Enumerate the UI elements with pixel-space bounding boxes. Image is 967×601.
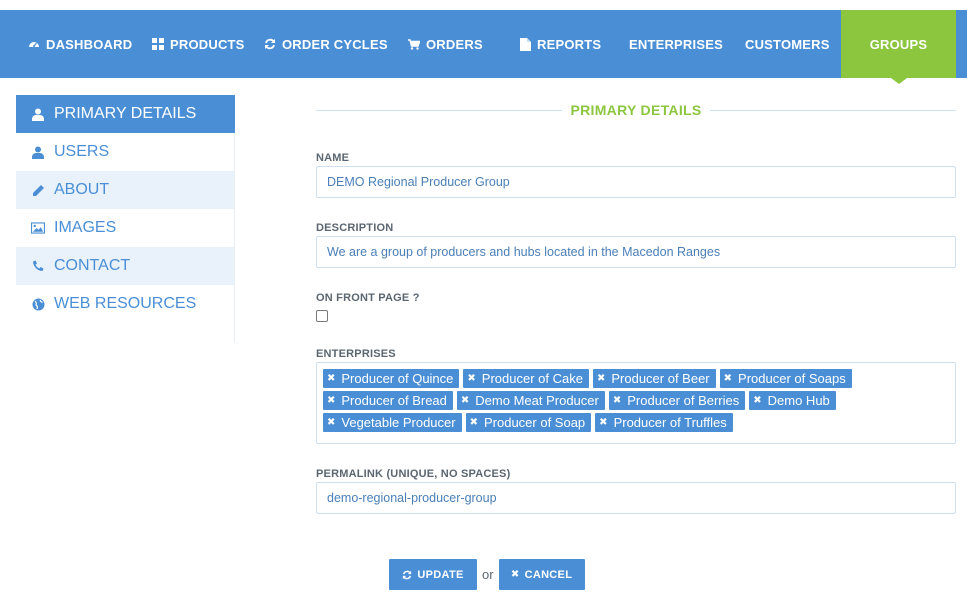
front-page-checkbox[interactable] (316, 310, 328, 322)
remove-tag-icon[interactable]: ✖ (467, 373, 475, 384)
enterprise-tag[interactable]: ✖ Producer of Cake (463, 369, 589, 388)
cancel-button[interactable]: ✖ CANCEL (498, 559, 585, 590)
phone-icon (31, 259, 45, 273)
sidebar-item-primary-details[interactable]: PRIMARY DETAILS (16, 95, 235, 133)
cancel-label: CANCEL (524, 568, 573, 581)
nav-dashboard-label: DASHBOARD (46, 36, 133, 52)
divider (710, 110, 956, 111)
description-value: We are a group of producers and hubs loc… (327, 245, 721, 259)
sidebar-filler (16, 323, 235, 343)
products-icon (152, 38, 164, 50)
tag-row: ✖ Producer of Quince ✖ Producer of Cake ✖ P… (323, 369, 949, 388)
nav-groups[interactable]: GROUPS (841, 10, 956, 84)
enterprise-tag[interactable]: ✖ Demo Meat Producer (456, 391, 605, 410)
permalink-label: PERMALINK (UNIQUE, NO SPACES) (316, 468, 511, 480)
dashboard-icon (28, 38, 40, 50)
primary-details-form: PRIMARY DETAILS NAME DEMO Regional Produ… (316, 95, 956, 514)
image-icon (31, 221, 45, 235)
sidebar-item-users[interactable]: USERS (16, 133, 235, 171)
remove-tag-icon[interactable]: ✖ (461, 395, 469, 406)
permalink-field[interactable]: demo-regional-producer-group (316, 482, 956, 514)
divider (316, 110, 562, 111)
enterprise-tag[interactable]: ✖ Producer of Soap (465, 413, 592, 432)
remove-tag-icon[interactable]: ✖ (613, 395, 621, 406)
cart-icon (408, 38, 420, 50)
enterprise-tag[interactable]: ✖ Producer of Quince (323, 369, 460, 388)
name-field[interactable]: DEMO Regional Producer Group (316, 166, 956, 198)
enterprise-tag[interactable]: ✖ Producer of Truffles (595, 413, 733, 432)
front-page-label: ON FRONT PAGE ? (316, 292, 420, 304)
nav-enterprises[interactable]: ENTERPRISES (629, 10, 723, 78)
sidebar-item-label: PRIMARY DETAILS (54, 105, 197, 122)
nav-dashboard[interactable]: DASHBOARD (28, 10, 132, 78)
nav-customers-label: CUSTOMERS (745, 36, 830, 52)
enterprise-tag[interactable]: ✖ Vegetable Producer (323, 413, 462, 432)
sidebar-item-web-resources[interactable]: WEB RESOURCES (16, 285, 235, 323)
or-text: or (482, 567, 494, 582)
name-value: DEMO Regional Producer Group (327, 175, 510, 189)
nav-enterprises-label: ENTERPRISES (629, 36, 723, 52)
section-header: PRIMARY DETAILS (316, 95, 956, 127)
active-tab-arrow (890, 78, 907, 84)
remove-tag-icon[interactable]: ✖ (597, 373, 605, 384)
user-icon (31, 107, 45, 121)
sidebar-item-label: ABOUT (54, 181, 110, 198)
nav-order-cycles-label: ORDER CYCLES (282, 36, 388, 52)
sidebar-item-contact[interactable]: CONTACT (16, 247, 235, 285)
permalink-value: demo-regional-producer-group (327, 491, 497, 505)
enterprises-select[interactable]: ✖ Producer of Quince ✖ Producer of Cake ✖ P… (316, 362, 956, 444)
remove-tag-icon[interactable]: ✖ (327, 417, 335, 428)
file-icon (519, 37, 531, 51)
remove-tag-icon[interactable]: ✖ (327, 395, 335, 406)
close-icon: ✖ (510, 569, 520, 580)
sidebar-item-label: IMAGES (54, 219, 117, 236)
enterprise-tag[interactable]: ✖ Demo Hub (749, 391, 836, 410)
nav-products-label: PRODUCTS (170, 36, 245, 52)
description-label: DESCRIPTION (316, 222, 394, 234)
nav-products[interactable]: PRODUCTS (152, 10, 245, 78)
enterprise-tag[interactable]: ✖ Producer of Beer (592, 369, 716, 388)
remove-tag-icon[interactable]: ✖ (753, 395, 761, 406)
nav-customers[interactable]: CUSTOMERS (745, 10, 830, 78)
nav-groups-label: GROUPS (869, 36, 928, 52)
globe-icon (31, 297, 45, 311)
remove-tag-icon[interactable]: ✖ (470, 417, 478, 428)
enterprises-label: ENTERPRISES (316, 348, 396, 360)
tag-row: ✖ Producer of Bread ✖ Demo Meat Producer ✖… (323, 391, 949, 410)
remove-tag-icon[interactable]: ✖ (724, 373, 732, 384)
remove-tag-icon[interactable]: ✖ (327, 373, 335, 384)
enterprise-tag[interactable]: ✖ Producer of Bread (323, 391, 453, 410)
remove-tag-icon[interactable]: ✖ (599, 417, 607, 428)
nav-reports[interactable]: REPORTS (519, 10, 601, 78)
sidebar-item-label: WEB RESOURCES (54, 295, 197, 312)
enterprise-tag[interactable]: ✖ Producer of Soaps (719, 369, 852, 388)
top-navigation: DASHBOARD PRODUCTS ORDER CYCLES ORDERS R… (0, 10, 967, 84)
refresh-icon (402, 570, 412, 580)
nav-reports-label: REPORTS (537, 36, 602, 52)
update-label: UPDATE (417, 568, 464, 581)
sidebar-item-images[interactable]: IMAGES (16, 209, 235, 247)
enterprise-tag[interactable]: ✖ Producer of Berries (608, 391, 746, 410)
user-icon (31, 145, 45, 159)
update-button[interactable]: UPDATE (389, 559, 477, 590)
sidebar-item-about[interactable]: ABOUT (16, 171, 235, 209)
pencil-icon (31, 183, 45, 197)
refresh-icon (264, 38, 276, 50)
description-field[interactable]: We are a group of producers and hubs loc… (316, 236, 956, 268)
sidebar-item-label: USERS (54, 143, 110, 160)
name-label: NAME (316, 152, 350, 164)
section-title: PRIMARY DETAILS (570, 102, 702, 118)
sidebar: PRIMARY DETAILS USERS ABOUT IMAGES CONTA… (16, 95, 235, 343)
nav-orders-label: ORDERS (426, 36, 483, 52)
nav-orders[interactable]: ORDERS (408, 10, 483, 78)
nav-order-cycles[interactable]: ORDER CYCLES (264, 10, 388, 78)
form-actions: UPDATE or ✖ CANCEL (389, 559, 585, 590)
sidebar-item-label: CONTACT (54, 257, 131, 274)
tag-row: ✖ Vegetable Producer ✖ Producer of Soap ✖ P… (323, 413, 949, 432)
